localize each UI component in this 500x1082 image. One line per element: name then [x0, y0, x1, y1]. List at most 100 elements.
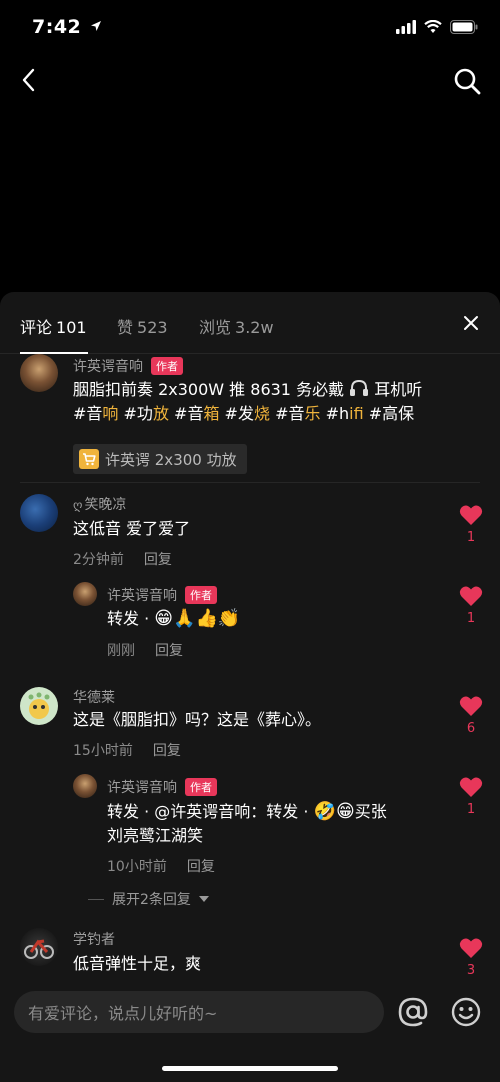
grin-emoji: 😁	[335, 801, 355, 822]
comment-time: 15小时前	[73, 743, 133, 759]
like-count: 1	[466, 802, 476, 817]
triangle-down-icon	[198, 895, 209, 902]
tab-views-label: 浏览	[199, 318, 232, 337]
comment-username[interactable]: 许英谔音响 作者	[73, 356, 183, 376]
reply-button[interactable]: 回复	[155, 643, 183, 659]
hashtag-part: #h	[320, 404, 350, 423]
like-button[interactable]: 1	[456, 585, 486, 626]
like-button[interactable]: 3	[456, 937, 486, 978]
avatar[interactable]	[73, 582, 97, 606]
like-button[interactable]: 1	[456, 776, 486, 817]
comment-tabs: 评论 101 赞 523 浏览 3.2w	[0, 292, 500, 354]
comment-text: 这是《胭脂扣》吗？这是《葬心》。	[73, 710, 322, 729]
comment-text: 转发 · @许英谔音响：转发 · 🤣😁买张	[107, 798, 387, 825]
at-mention-icon[interactable]	[396, 995, 430, 1029]
product-link[interactable]: 许英谔 2x300 功放	[73, 444, 247, 474]
search-icon[interactable]	[452, 66, 482, 96]
comment-time: 2分钟前	[73, 552, 124, 568]
motorcycle-avatar-icon	[24, 939, 54, 959]
avatar[interactable]	[73, 774, 97, 798]
hashtag-part: 烧	[253, 404, 270, 423]
comment-hashtags[interactable]: #音响 #功放 #音箱 #发烧 #音乐 #hifi #高保	[73, 400, 414, 427]
comment-time: 10小时前	[107, 859, 167, 875]
tab-likes[interactable]: 赞 523	[117, 314, 168, 338]
hashtag-part: #功	[118, 404, 153, 423]
status-time: 7:42	[32, 16, 102, 38]
cart-icon	[79, 449, 99, 469]
like-count: 6	[466, 721, 476, 736]
clap-emoji: 👏	[217, 608, 241, 629]
monster-avatar-icon	[28, 692, 50, 719]
avatar[interactable]	[20, 687, 58, 725]
product-link-text: 许英谔 2x300 功放	[105, 450, 237, 469]
hashtag-part: #发	[219, 404, 254, 423]
tab-views-count: 3.2w	[235, 318, 274, 337]
hashtag-part: ifi	[349, 404, 364, 423]
heart-icon	[459, 696, 483, 716]
grin-emoji: 😁	[154, 608, 174, 629]
reply-button[interactable]: 回复	[144, 552, 172, 568]
comment-time: 刚刚	[107, 643, 135, 659]
comment-input-placeholder: 有爱评论，说点儿好听的~	[28, 1004, 218, 1023]
home-indicator	[162, 1066, 338, 1071]
expand-replies-button[interactable]: 展开2条回复	[88, 889, 209, 909]
comment-input[interactable]: 有爱评论，说点儿好听的~	[14, 991, 384, 1033]
comment-text: 这低音 爱了爱了	[73, 519, 191, 538]
tab-likes-label: 赞	[117, 318, 134, 337]
heart-icon	[459, 505, 483, 525]
comment-username[interactable]: 许英谔音响 作者	[107, 585, 217, 605]
comment-meta: 10小时前 回复	[107, 856, 215, 876]
tab-comments-count: 101	[56, 318, 87, 337]
hashtag-part: #音	[168, 404, 204, 423]
avatar[interactable]	[20, 494, 58, 532]
expand-line	[88, 898, 104, 900]
reply-button[interactable]: 回复	[153, 743, 181, 759]
comment-username[interactable]: 学钓者	[73, 929, 115, 949]
tab-comments[interactable]: 评论 101	[20, 314, 87, 338]
reply-text-line2: 刘亮鹭江湖笑	[107, 826, 204, 845]
comment-username[interactable]: ღ 笑晚凉	[73, 494, 126, 514]
username-text: 许英谔音响	[107, 588, 177, 604]
author-badge: 作者	[185, 778, 217, 796]
wifi-icon	[424, 20, 442, 33]
hashtag-part: 放	[152, 404, 169, 423]
tab-views[interactable]: 浏览 3.2w	[199, 314, 274, 338]
pray-emoji: 🙏	[173, 608, 196, 629]
emoji-icon[interactable]	[449, 995, 483, 1029]
comment-text: 转发 · 😁🙏👍👏	[107, 605, 240, 632]
signal-icon	[396, 20, 416, 34]
username-text: 许英谔音响	[73, 359, 143, 375]
like-button[interactable]: 6	[456, 695, 486, 736]
headphones-icon	[350, 379, 369, 396]
active-tab-indicator	[20, 352, 88, 354]
battery-icon	[450, 20, 478, 34]
status-bar: 7:42	[0, 0, 500, 58]
top-navigation	[0, 58, 500, 106]
avatar[interactable]	[20, 354, 58, 392]
expand-replies-label: 展开2条回复	[112, 892, 191, 908]
comment-username[interactable]: 许英谔音响 作者	[107, 777, 217, 797]
username-text: 笑晚凉	[84, 497, 127, 513]
hashtag-part: #音	[73, 404, 103, 423]
username-text: 许英谔音响	[107, 780, 177, 796]
like-count: 1	[466, 530, 476, 545]
close-icon[interactable]	[462, 314, 480, 332]
location-arrow-icon	[91, 21, 102, 31]
like-count: 1	[466, 611, 476, 626]
avatar[interactable]	[20, 928, 58, 966]
divider	[20, 482, 480, 483]
like-button[interactable]: 1	[456, 504, 486, 545]
comment-text-line1-tail: 耳机听	[374, 380, 423, 399]
back-arrow-icon[interactable]	[16, 66, 44, 94]
comment-meta: 刚刚 回复	[107, 640, 183, 660]
author-badge: 作者	[185, 586, 217, 604]
comment-username[interactable]: 华德莱	[73, 687, 115, 707]
comment-text: 胭脂扣前奏 2x300W 推 8631 务必戴 耳机听	[73, 376, 422, 403]
reply-button[interactable]: 回复	[187, 859, 215, 875]
hashtag-part: 响	[102, 404, 119, 423]
hashtag-part: 乐	[304, 404, 321, 423]
hashtag-part: #高保	[363, 404, 415, 423]
author-badge: 作者	[151, 357, 183, 375]
hashtag-part: #音	[269, 404, 305, 423]
hashtag-part: 箱	[203, 404, 220, 423]
